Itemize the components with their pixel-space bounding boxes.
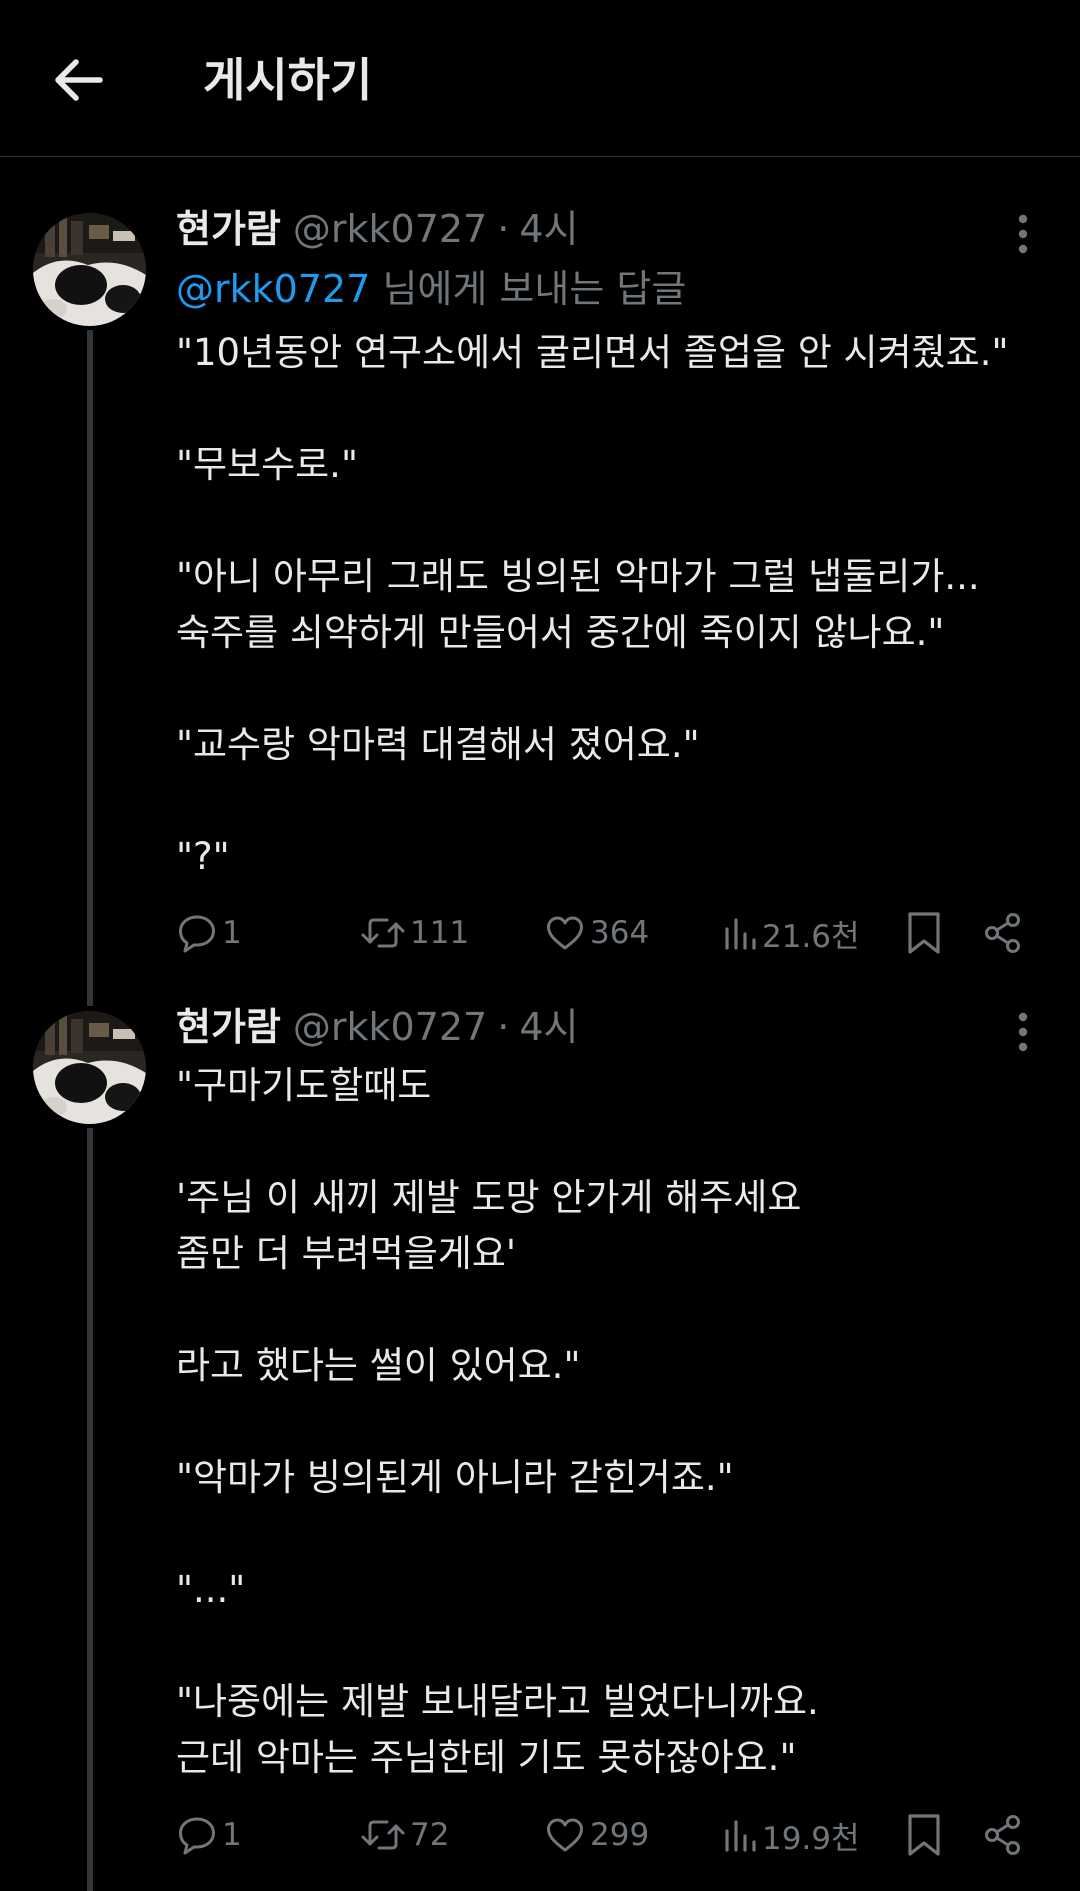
view-count: 21.6천	[762, 918, 860, 955]
like-button[interactable]: 299	[544, 1807, 649, 1863]
author-handle[interactable]: @rkk0727	[293, 202, 487, 256]
like-button[interactable]: 364	[544, 905, 649, 961]
post-header: 현가람 @rkk0727 · 4시	[176, 1000, 578, 1054]
like-count: 299	[590, 1817, 650, 1853]
comment-icon	[179, 1817, 215, 1855]
share-icon	[985, 913, 1020, 953]
post-timestamp[interactable]: 4시	[519, 202, 578, 256]
reply-count: 1	[222, 1817, 242, 1853]
separator-dot: ·	[497, 207, 510, 251]
more-vertical-icon	[1018, 214, 1028, 254]
share-button[interactable]	[982, 905, 1024, 961]
author-handle[interactable]: @rkk0727	[293, 1000, 487, 1054]
avatar[interactable]	[33, 213, 146, 326]
post-text: "구마기도할때도 '주님 이 새끼 제발 도망 안가게 해주세요 좀만 더 부려…	[176, 1064, 819, 1779]
post-header: 현가람 @rkk0727 · 4시	[176, 202, 578, 256]
reply-context: @rkk0727 님에게 보내는 답글	[176, 262, 686, 316]
more-vertical-icon	[1018, 1012, 1028, 1052]
heart-icon	[547, 916, 583, 950]
view-count: 19.9천	[762, 1820, 860, 1857]
post-actions: 1 111 364 21.6천	[176, 905, 1036, 961]
reply-count: 1	[222, 915, 242, 951]
avatar[interactable]	[33, 1011, 146, 1124]
share-icon	[985, 1815, 1020, 1855]
views-button[interactable]: 19.9천	[722, 1807, 860, 1863]
bookmark-button[interactable]	[904, 905, 944, 961]
more-options-button[interactable]	[1008, 212, 1038, 256]
repost-icon	[361, 918, 405, 948]
analytics-icon	[725, 1820, 756, 1852]
author-name[interactable]: 현가람	[176, 1000, 281, 1054]
top-bar: 게시하기	[0, 0, 1080, 157]
repost-count: 111	[410, 915, 470, 951]
author-name[interactable]: 현가람	[176, 202, 281, 256]
bookmark-icon	[908, 912, 940, 954]
back-button[interactable]	[50, 52, 106, 108]
bookmark-button[interactable]	[904, 1807, 944, 1863]
reply-button[interactable]: 1	[176, 905, 242, 961]
heart-icon	[547, 1818, 583, 1852]
reply-button[interactable]: 1	[176, 1807, 242, 1863]
views-button[interactable]: 21.6천	[722, 905, 860, 961]
like-count: 364	[590, 915, 650, 951]
comment-icon	[179, 915, 215, 953]
analytics-icon	[725, 918, 756, 950]
post-actions: 1 72 299 19.9천	[176, 1807, 1036, 1863]
reply-to-label: 님에게 보내는 답글	[382, 267, 687, 311]
reply-to-handle[interactable]: @rkk0727	[176, 267, 370, 311]
repost-count: 72	[410, 1817, 450, 1853]
repost-button[interactable]: 72	[360, 1807, 449, 1863]
post-text: "10년동안 연구소에서 굴리면서 졸업을 안 시켜줬죠." "무보수로." "…	[176, 331, 1009, 878]
arrow-left-icon	[55, 59, 103, 101]
repost-button[interactable]: 111	[360, 905, 469, 961]
share-button[interactable]	[982, 1807, 1024, 1863]
page-title: 게시하기	[203, 53, 373, 107]
bookmark-icon	[908, 1814, 940, 1856]
repost-icon	[361, 1820, 405, 1850]
thread-connector	[87, 330, 93, 1006]
post-timestamp[interactable]: 4시	[519, 1000, 578, 1054]
more-options-button[interactable]	[1008, 1010, 1038, 1054]
separator-dot: ·	[497, 1005, 510, 1049]
thread-connector	[87, 1128, 93, 1891]
